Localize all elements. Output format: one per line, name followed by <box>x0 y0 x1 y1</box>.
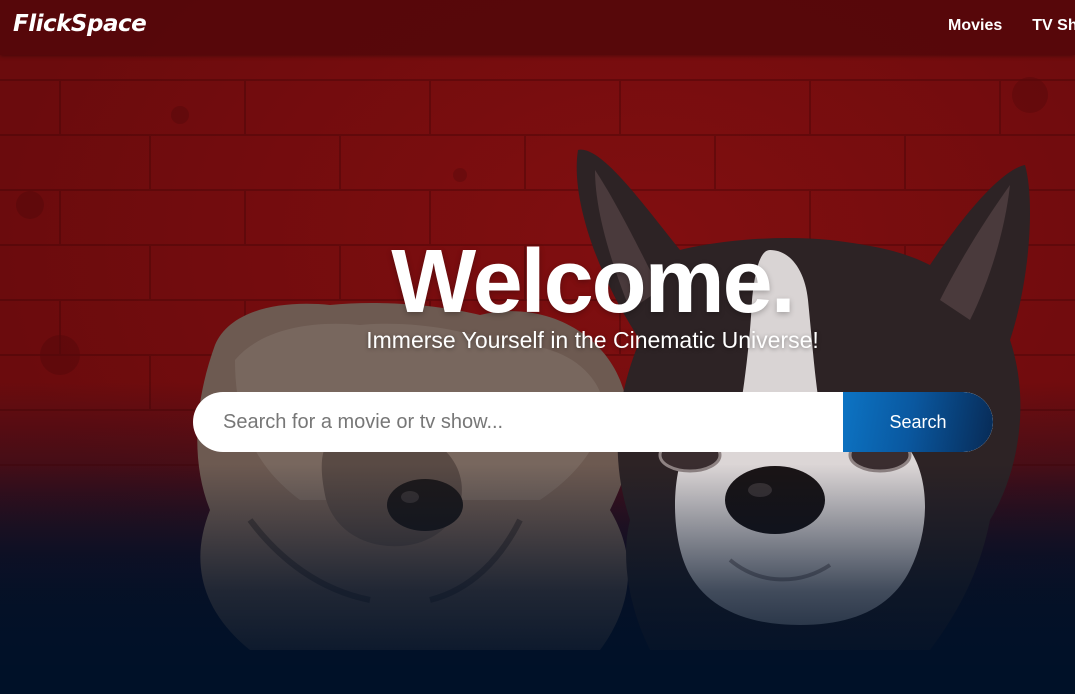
hero-title: Welcome. <box>391 232 796 332</box>
nav-link-movies[interactable]: Movies <box>948 17 1002 35</box>
page: FlickSpace Movies TV Shows Welcome. Imme… <box>0 0 1075 694</box>
search-button[interactable]: Search <box>843 392 993 452</box>
nav-links: Movies TV Shows <box>948 17 1075 35</box>
bottom-fade <box>0 464 1075 694</box>
hero-subtitle: Immerse Yourself in the Cinematic Univer… <box>366 327 819 353</box>
brand-logo[interactable]: FlickSpace <box>13 11 147 37</box>
navbar: FlickSpace Movies TV Shows <box>0 0 1075 55</box>
nav-link-tv-shows[interactable]: TV Shows <box>1032 17 1075 35</box>
search-form: Search <box>193 392 993 452</box>
search-input[interactable] <box>193 392 843 452</box>
